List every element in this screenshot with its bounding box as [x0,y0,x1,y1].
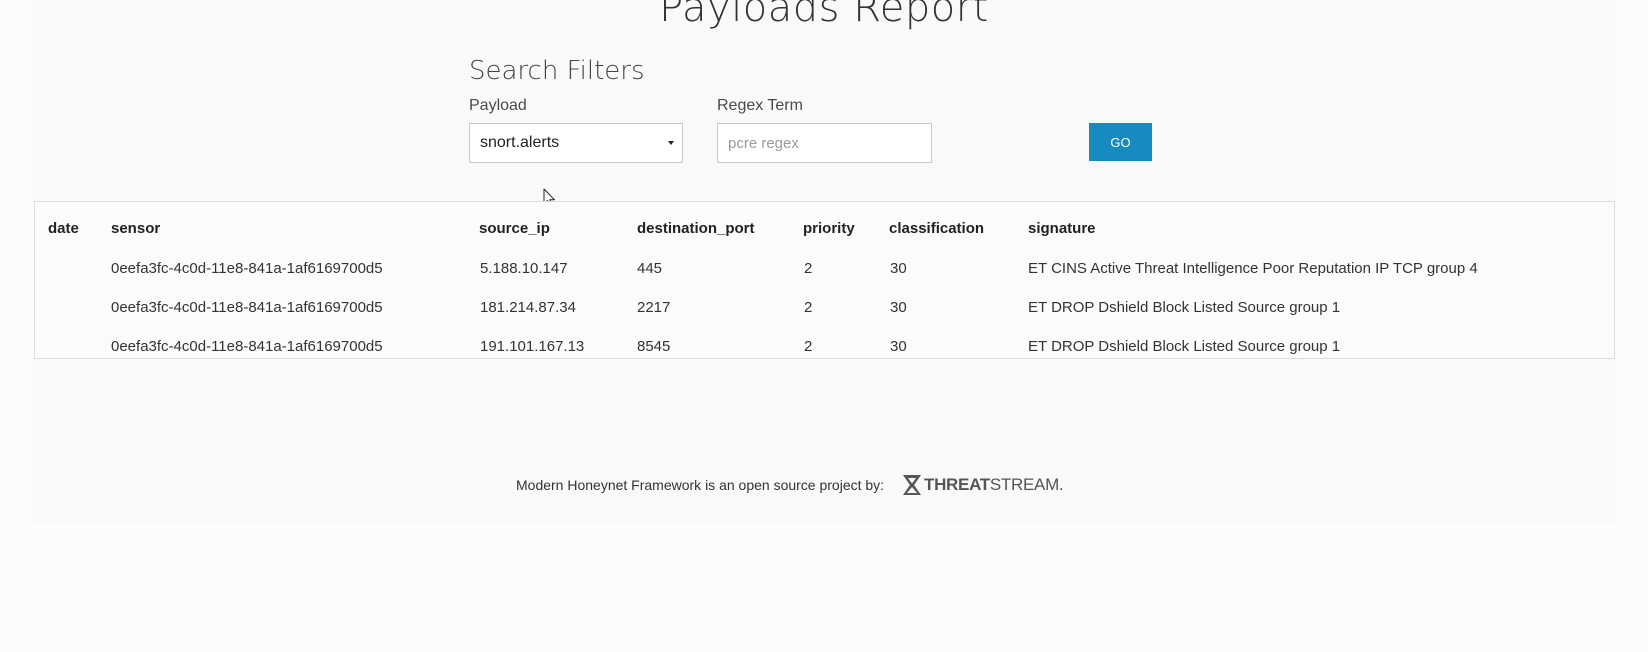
regex-term-input[interactable] [717,123,932,163]
cell-sensor: 0eefa3fc-4c0d-11e8-841a-1af6169700d5 [111,260,383,277]
column-header-date[interactable]: date [48,220,79,237]
cell-source-ip: 181.214.87.34 [480,299,576,316]
payloads-table: date sensor source_ip destination_port p… [34,201,1615,359]
caret-down-icon [668,141,674,145]
cell-source-ip: 191.101.167.13 [480,338,585,355]
cell-signature: ET DROP Dshield Block Listed Source grou… [1028,299,1341,316]
go-button[interactable]: GO [1089,123,1152,161]
cell-destination-port: 2217 [637,299,671,316]
threatstream-logo[interactable]: THREATSTREAM. [902,473,1064,497]
cell-classification: 30 [890,299,907,316]
cell-destination-port: 8545 [637,338,671,355]
footer-text: Modern Honeynet Framework is an open sou… [516,477,885,493]
page-title: Payloads Report [659,0,989,31]
cell-priority: 2 [804,260,813,277]
payload-select[interactable]: snort.alerts [469,123,683,163]
cell-destination-port: 445 [637,260,663,277]
cell-sensor: 0eefa3fc-4c0d-11e8-841a-1af6169700d5 [111,338,383,355]
threatstream-hourglass-icon [903,475,921,495]
cell-priority: 2 [804,338,813,355]
search-filters-heading: Search Filters [469,56,645,86]
column-header-sensor[interactable]: sensor [111,220,160,237]
regex-term-label: Regex Term [717,97,803,114]
cell-source-ip: 5.188.10.147 [480,260,568,277]
payload-label: Payload [469,97,527,114]
column-header-source-ip[interactable]: source_ip [479,220,550,237]
payload-select-value: snort.alerts [480,134,560,151]
threatstream-wordmark: THREATSTREAM. [924,475,1064,494]
column-header-destination-port[interactable]: destination_port [637,220,755,237]
cell-priority: 2 [804,299,813,316]
cell-classification: 30 [890,260,907,277]
cell-classification: 30 [890,338,907,355]
cell-signature: ET DROP Dshield Block Listed Source grou… [1028,338,1341,355]
column-header-priority[interactable]: priority [803,220,855,237]
cell-signature: ET CINS Active Threat Intelligence Poor … [1028,260,1478,277]
cell-sensor: 0eefa3fc-4c0d-11e8-841a-1af6169700d5 [111,299,383,316]
column-header-classification[interactable]: classification [889,220,984,237]
column-header-signature[interactable]: signature [1028,220,1096,237]
